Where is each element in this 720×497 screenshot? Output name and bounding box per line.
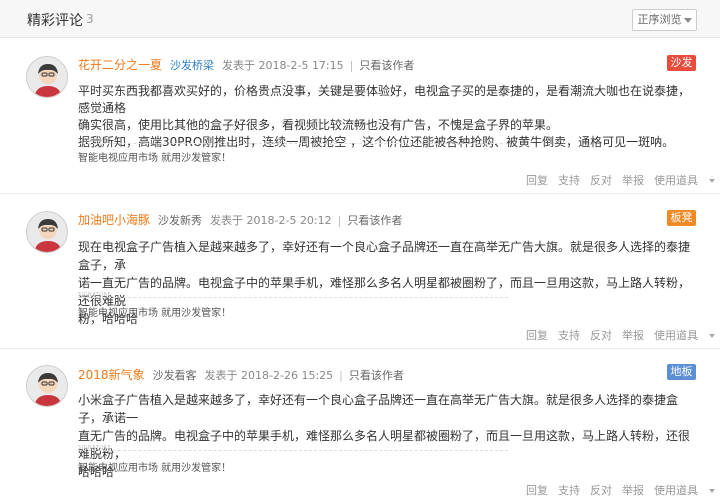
content-line: 直无广告的品牌。电视盒子中的苹果手机，难怪那么多名人明星都被圈粉了，而且一旦用这… [78, 429, 691, 461]
content-line: 平时买东西我都喜欢买好的，价格贵点没事，关键是要体验好，电视盒子买的是泰捷的，是… [78, 84, 691, 115]
username-link[interactable]: 2018新气象 [78, 368, 145, 382]
signature-label: SIGNATURE [78, 445, 112, 451]
oppose-button[interactable]: 反对 [590, 174, 612, 187]
avatar-person-icon [27, 57, 67, 97]
comment-meta: 花开二分之一夏 沙发桥梁 发表于 2018-2-5 17:15 | 只看该作者 [78, 56, 414, 73]
avatar[interactable] [26, 56, 68, 98]
only-author-link[interactable]: 只看该作者 [347, 214, 402, 227]
comment-item: 2018新气象 沙发看客 发表于 2018-2-26 15:25 | 只看该作者 地板 … [0, 349, 720, 497]
avatar[interactable] [26, 365, 68, 407]
report-button[interactable]: 举报 [622, 329, 644, 342]
use-item-button[interactable]: 使用道具 [654, 329, 720, 342]
reply-button[interactable]: 回复 [526, 174, 548, 187]
comments-page: 精彩评论 3 正序浏览 花开二分之一夏 沙发桥梁 发表于 2018-2-5 17:1… [0, 0, 720, 497]
use-item-label: 使用道具 [654, 329, 698, 342]
signature-divider [78, 450, 508, 451]
comment-actions: 回复 支持 反对 举报 使用道具 [526, 172, 720, 188]
comment-actions: 回复 支持 反对 举报 使用道具 [526, 327, 720, 343]
use-item-button[interactable]: 使用道具 [654, 484, 720, 497]
floor-badge: 沙发 [667, 55, 696, 71]
floor-badge: 地板 [667, 364, 696, 380]
avatar[interactable] [26, 211, 68, 253]
oppose-button[interactable]: 反对 [590, 329, 612, 342]
chevron-down-icon [709, 179, 715, 183]
signature-label: SIGNATURE [78, 292, 112, 298]
meta-divider: | [337, 214, 342, 227]
oppose-button[interactable]: 反对 [590, 484, 612, 497]
report-button[interactable]: 举报 [622, 484, 644, 497]
use-item-label: 使用道具 [654, 484, 698, 497]
floor-badge-label: 板凳 [670, 211, 693, 224]
section-title: 精彩评论 [27, 13, 83, 29]
signature-divider [78, 297, 508, 298]
comment-count: 3 [86, 12, 94, 26]
signature-label: SIGNATURE [78, 138, 112, 144]
content-line: 现在电视盒子广告植入是越来越多了，幸好还有一个良心盒子品牌还一直在高举无广告大旗… [78, 240, 691, 272]
use-item-label: 使用道具 [654, 174, 698, 187]
use-item-button[interactable]: 使用道具 [654, 174, 720, 187]
post-time: 发表于 2018-2-26 15:25 [204, 369, 334, 382]
floor-badge-label: 地板 [670, 365, 693, 378]
reply-button[interactable]: 回复 [526, 484, 548, 497]
only-author-link[interactable]: 只看该作者 [359, 59, 414, 72]
comment-content: 平时买东西我都喜欢买好的，价格贵点没事，关键是要体验好，电视盒子买的是泰捷的，是… [78, 83, 698, 151]
support-button[interactable]: 支持 [558, 174, 580, 187]
meta-divider: | [349, 59, 354, 72]
sort-order-label: 正序浏览 [637, 13, 682, 26]
avatar-person-icon [27, 212, 67, 252]
meta-divider: | [339, 369, 343, 382]
content-line: 确实很高，使用比其他的盒子好很多，看视频比较流畅也没有广告，不愧是盒子界的苹果。 [78, 118, 559, 132]
signature-text: 智能电视应用市场 就用沙发管家！ [78, 308, 232, 319]
floor-badge: 板凳 [667, 210, 696, 226]
support-button[interactable]: 支持 [558, 329, 580, 342]
sort-order-dropdown[interactable]: 正序浏览 [632, 9, 697, 31]
comments-header: 精彩评论 3 正序浏览 [0, 0, 720, 38]
floor-badge-label: 沙发 [670, 56, 693, 69]
reply-button[interactable]: 回复 [526, 329, 548, 342]
content-line: 小米盒子广告植入是越来越多了，幸好还有一个良心盒子品牌还一直在高举无广告大旗。就… [78, 393, 679, 425]
chevron-down-icon [709, 489, 715, 493]
signature-divider [78, 143, 508, 144]
comment-meta: 加油吧小海豚 沙发新秀 发表于 2018-2-5 20:12 | 只看该作者 [78, 211, 402, 228]
signature-text: 智能电视应用市场 就用沙发管家！ [78, 153, 232, 164]
comment-actions: 回复 支持 反对 举报 使用道具 [526, 482, 720, 497]
user-role: 沙发桥梁 [170, 59, 215, 72]
chevron-down-icon [709, 334, 715, 338]
support-button[interactable]: 支持 [558, 484, 580, 497]
chevron-down-icon [683, 17, 692, 23]
user-role: 沙发看客 [152, 369, 197, 382]
post-time: 发表于 2018-2-5 20:12 [210, 214, 332, 227]
comment-item: 花开二分之一夏 沙发桥梁 发表于 2018-2-5 17:15 | 只看该作者 沙发 平… [0, 39, 720, 194]
comment-item: 加油吧小海豚 沙发新秀 发表于 2018-2-5 20:12 | 只看该作者 板凳 现在… [0, 194, 720, 349]
user-role: 沙发新秀 [158, 214, 203, 227]
username-link[interactable]: 加油吧小海豚 [78, 213, 150, 227]
avatar-person-icon [27, 366, 67, 406]
post-time: 发表于 2018-2-5 17:15 [222, 59, 344, 72]
only-author-link[interactable]: 只看该作者 [349, 369, 404, 382]
comment-meta: 2018新气象 沙发看客 发表于 2018-2-26 15:25 | 只看该作者 [78, 366, 404, 383]
signature-text: 智能电视应用市场 就用沙发管家！ [78, 463, 232, 474]
report-button[interactable]: 举报 [622, 174, 644, 187]
username-link[interactable]: 花开二分之一夏 [78, 58, 162, 72]
